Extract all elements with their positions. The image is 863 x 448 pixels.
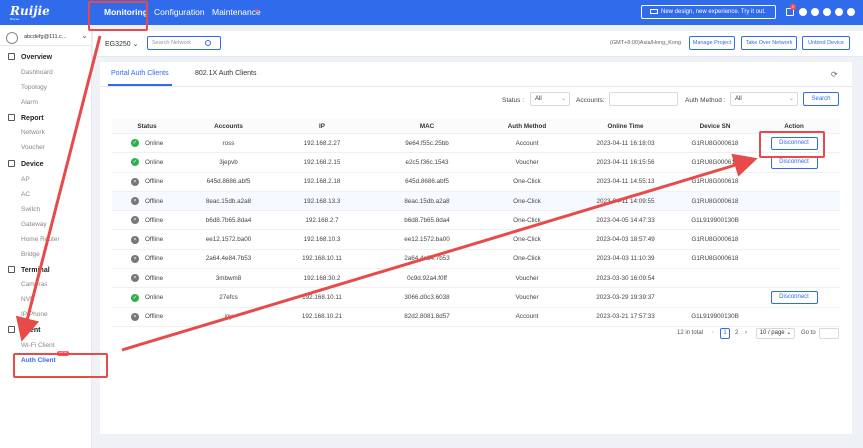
arrow-to-auth-client [15, 35, 102, 342]
arrow-to-disconnect [121, 153, 758, 352]
annotation-arrows [15, 35, 758, 352]
